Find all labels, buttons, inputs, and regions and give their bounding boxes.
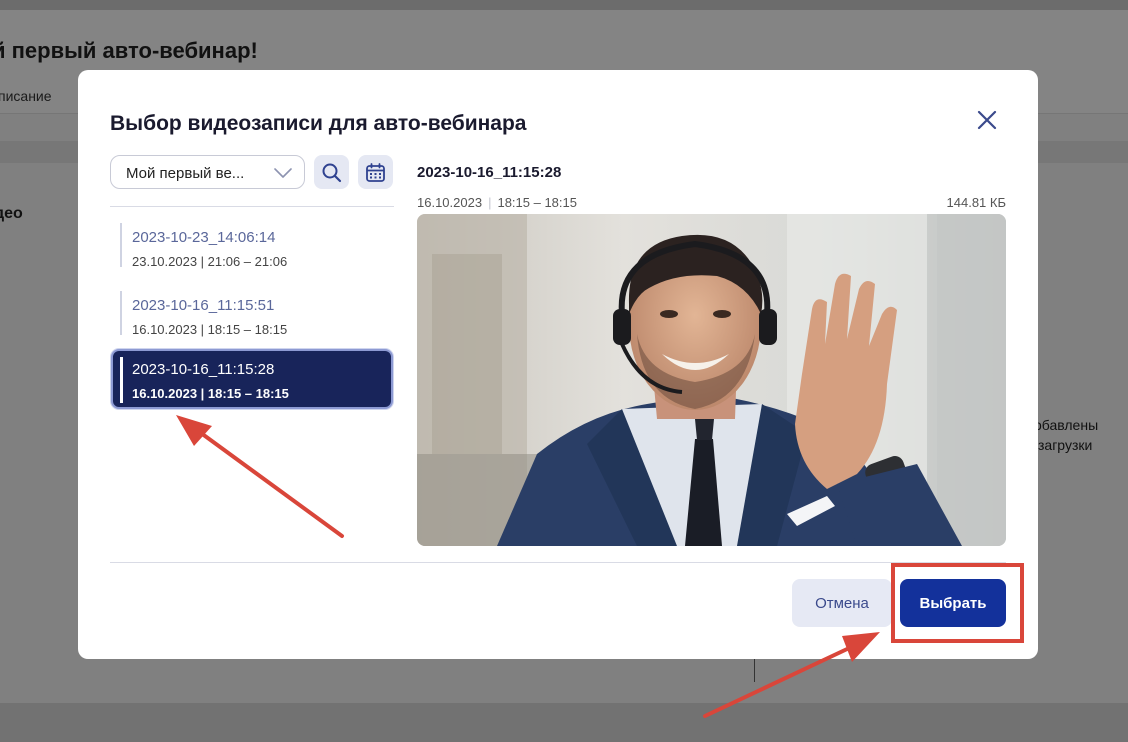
search-icon <box>322 163 342 183</box>
background-topbar <box>0 0 1128 10</box>
chevron-down-icon <box>274 168 292 178</box>
background-page-title: й первый авто-вебинар! <box>0 38 258 63</box>
recording-name: 2023-10-16_11:15:28 <box>132 361 275 378</box>
recording-item[interactable]: 2023-10-23_14:06:14 23.10.2023 | 21:06 –… <box>111 217 393 279</box>
background-info-line: загрузки <box>1038 437 1093 453</box>
preview-date: 16.10.2023 <box>417 195 483 210</box>
calendar-button[interactable] <box>358 155 393 189</box>
calendar-icon <box>366 163 385 182</box>
recording-meta: 16.10.2023 | 18:15 – 18:15 <box>132 322 288 337</box>
footer-divider <box>110 562 1006 563</box>
background-tab: писание <box>0 88 52 104</box>
preview-file-size: 144.81 КБ <box>946 195 1006 210</box>
recording-item-selected[interactable]: 2023-10-16_11:15:28 16.10.2023 | 18:15 –… <box>111 349 393 409</box>
recording-meta: 23.10.2023 | 21:06 – 21:06 <box>132 254 288 269</box>
recording-item-bar <box>120 291 122 335</box>
recording-item-bar <box>120 223 122 267</box>
recording-item-bar <box>120 357 123 403</box>
cancel-button[interactable]: Отмена <box>792 579 892 627</box>
preview-title: 2023-10-16_11:15:28 <box>417 164 562 181</box>
preview-meta: 16.10.2023 | 18:15 – 18:15 <box>417 195 577 210</box>
video-preview-image[interactable] <box>417 214 1006 546</box>
search-button[interactable] <box>314 155 349 189</box>
modal-title: Выбор видеозаписи для авто-вебинара <box>110 112 527 135</box>
background-info-line: обавлены <box>1034 417 1099 433</box>
close-icon[interactable] <box>975 108 999 132</box>
recording-item[interactable]: 2023-10-16_11:15:51 16.10.2023 | 18:15 –… <box>111 285 393 347</box>
list-divider <box>110 206 394 207</box>
webinar-filter-select[interactable]: Мой первый ве... <box>110 155 305 189</box>
background-footer <box>0 703 1128 742</box>
recording-meta: 16.10.2023 | 18:15 – 18:15 <box>132 386 289 401</box>
recording-name: 2023-10-16_11:15:51 <box>132 297 275 314</box>
preview-time: 18:15 – 18:15 <box>497 195 577 210</box>
annotation-highlight-box <box>891 563 1024 643</box>
background-video-label: део <box>0 205 23 222</box>
recording-name: 2023-10-23_14:06:14 <box>132 229 276 246</box>
filter-select-value: Мой первый ве... <box>126 165 245 182</box>
